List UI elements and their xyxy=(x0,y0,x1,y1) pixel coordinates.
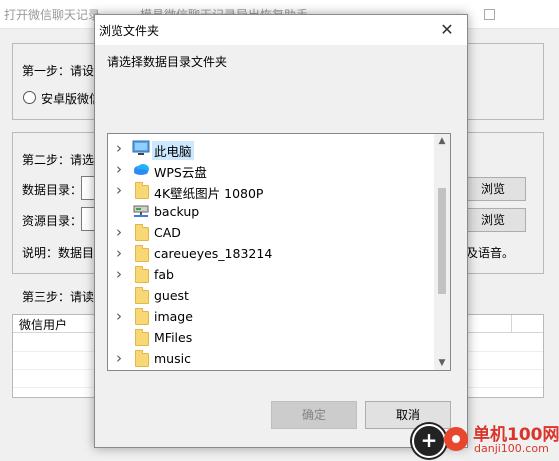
tree-item[interactable]: › 此电脑 xyxy=(108,138,434,160)
cloud-icon xyxy=(132,161,150,177)
list-header-user: 微信用户 xyxy=(19,318,68,332)
watermark-url: danji100.com xyxy=(474,442,549,455)
main-window-title: 打开微信聊天记录 xyxy=(4,8,101,22)
folder-tree[interactable]: › 此电脑 › WPS云盘 › 4K壁纸图片 1080P backup › CAD › careue… xyxy=(107,133,451,371)
watermark-plus-icon: + xyxy=(412,424,446,458)
maximize-button[interactable] xyxy=(466,0,512,28)
folder-icon xyxy=(132,266,150,283)
chevron-right-icon[interactable]: › xyxy=(116,183,128,198)
ok-button[interactable]: 确定 xyxy=(271,401,357,429)
chevron-right-icon[interactable]: › xyxy=(116,225,128,240)
tree-item-label: careueyes_183214 xyxy=(154,246,273,261)
folder-icon xyxy=(132,308,150,325)
tree-item-label: CAD xyxy=(154,225,181,240)
tree-item-label: guest xyxy=(154,288,189,303)
android-radio[interactable] xyxy=(23,91,36,104)
step1-label: 第一步：请设 xyxy=(22,64,95,78)
close-icon: ✕ xyxy=(440,20,454,39)
chevron-right-icon[interactable]: › xyxy=(116,246,128,261)
tree-item[interactable]: › 4K壁纸图片 1080P xyxy=(108,180,434,201)
tree-item-label: music xyxy=(154,351,191,366)
tree-item[interactable]: backup xyxy=(108,201,434,222)
chevron-right-icon[interactable]: › xyxy=(116,309,128,324)
tree-item[interactable]: › image xyxy=(108,306,434,327)
tree-item-label: 4K壁纸图片 1080P xyxy=(154,186,264,201)
chevron-right-icon[interactable]: › xyxy=(116,141,128,156)
scroll-up-icon[interactable]: ▲ xyxy=(434,136,450,146)
data-dir-label: 数据目录： xyxy=(22,183,83,197)
tree-item-label: 此电脑 xyxy=(152,141,194,160)
folder-icon xyxy=(132,182,150,199)
computer-icon xyxy=(132,140,150,156)
tree-item-label: MFiles xyxy=(154,330,193,345)
tree-item-label: WPS云盘 xyxy=(154,165,207,180)
tree-item[interactable]: MFiles xyxy=(108,327,434,348)
list-header-divider xyxy=(511,315,512,332)
chevron-right-icon[interactable]: › xyxy=(116,162,128,177)
tree-item[interactable]: › WPS云盘 xyxy=(108,159,434,181)
watermark-logo-icon xyxy=(444,427,468,451)
res-dir-browse-button[interactable]: 浏览 xyxy=(460,208,526,232)
folder-icon xyxy=(132,287,150,304)
tree-item[interactable]: › music xyxy=(108,348,434,369)
tree-item-label: backup xyxy=(154,204,200,219)
browse-folder-dialog: 浏览文件夹 ✕ 请选择数据目录文件夹 › 此电脑 › WPS云盘 › 4K壁纸图片 108… xyxy=(94,14,468,448)
tree-item[interactable]: › fab xyxy=(108,264,434,285)
folder-icon xyxy=(132,224,150,241)
dialog-prompt: 请选择数据目录文件夹 xyxy=(107,55,228,69)
network-drive-icon xyxy=(132,203,150,219)
android-option-label: 安卓版微信 xyxy=(41,92,102,106)
maximize-icon xyxy=(483,9,495,20)
data-dir-browse-button[interactable]: 浏览 xyxy=(460,177,526,201)
tree-scrollbar[interactable]: ▲ ▼ xyxy=(434,134,450,370)
tree-item[interactable]: › careueyes_183214 xyxy=(108,243,434,264)
dialog-title: 浏览文件夹 xyxy=(99,24,160,38)
tree-item-label: image xyxy=(154,309,193,324)
tree-item-label: fab xyxy=(154,267,174,282)
note-label: 说明：数据目 xyxy=(22,246,95,260)
folder-icon xyxy=(132,245,150,262)
cancel-button[interactable]: 取消 xyxy=(365,401,451,429)
tree-item[interactable]: › CAD xyxy=(108,222,434,243)
note-tail: 及语音。 xyxy=(466,246,515,260)
chevron-right-icon[interactable]: › xyxy=(116,267,128,282)
scroll-down-icon[interactable]: ▼ xyxy=(434,358,450,368)
step3-label: 第三步：请读 xyxy=(22,290,95,304)
res-dir-label: 资源目录： xyxy=(22,214,83,228)
folder-icon xyxy=(132,350,150,367)
tree-item[interactable]: guest xyxy=(108,285,434,306)
scrollbar-thumb[interactable] xyxy=(438,188,446,294)
dialog-titlebar: 浏览文件夹 ✕ xyxy=(95,15,467,45)
step2-label: 第二步：请选 xyxy=(22,153,95,167)
dialog-close-button[interactable]: ✕ xyxy=(427,15,467,45)
chevron-right-icon[interactable]: › xyxy=(116,351,128,366)
folder-icon xyxy=(132,329,150,346)
